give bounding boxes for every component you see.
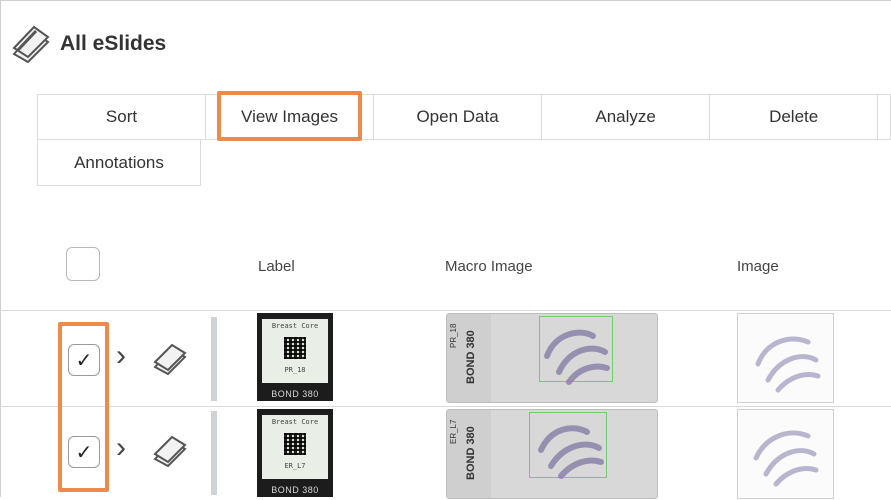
more-toolbar-button[interactable] (877, 94, 891, 140)
checkbox-highlight (58, 322, 109, 492)
slides-stack-icon (153, 343, 187, 375)
row-selection-bar (211, 411, 217, 495)
open-data-button[interactable]: Open Data (373, 94, 542, 140)
page-title: All eSlides (60, 32, 167, 55)
chevron-right-icon[interactable]: › (116, 341, 126, 371)
table-row[interactable]: ✓ › Breast Core ER_L7 BOND 380 ER_L7 BON… (0, 407, 891, 499)
sort-button[interactable]: Sort (37, 94, 206, 140)
macro-image-thumbnail[interactable]: PR_18 BOND 380 (446, 313, 658, 403)
page-header: All eSlides (10, 24, 166, 64)
table-row[interactable]: ✓ › Breast Core PR_18 BOND 380 PR_18 BON… (0, 311, 891, 406)
view-images-highlight (217, 91, 362, 141)
window-top-border (0, 0, 891, 1)
slide-label-thumbnail[interactable]: Breast Core ER_L7 BOND 380 (257, 409, 333, 497)
chevron-right-icon[interactable]: › (116, 433, 126, 463)
column-image: Image (737, 258, 779, 275)
slide-image-thumbnail[interactable] (737, 409, 834, 499)
slide-image-thumbnail[interactable] (737, 313, 834, 403)
tissue-section (544, 329, 610, 385)
column-macro-image: Macro Image (445, 258, 533, 275)
qr-code (284, 337, 306, 359)
tissue-section (538, 425, 604, 479)
toolbar: Sort View Images Open Data Analyze Delet… (37, 94, 891, 186)
table-header: Label Macro Image Image (0, 244, 891, 310)
slides-stack-icon (12, 25, 50, 64)
select-all-checkbox[interactable] (66, 247, 100, 281)
annotations-button[interactable]: Annotations (37, 140, 201, 186)
analyze-button[interactable]: Analyze (541, 94, 710, 140)
delete-button[interactable]: Delete (709, 94, 878, 140)
row-selection-bar (211, 317, 217, 401)
column-label: Label (258, 258, 295, 275)
qr-code (284, 433, 306, 455)
slides-stack-icon (153, 435, 187, 467)
slide-label-thumbnail[interactable]: Breast Core PR_18 BOND 380 (257, 313, 333, 401)
macro-image-thumbnail[interactable]: ER_L7 BOND 380 (446, 409, 658, 499)
